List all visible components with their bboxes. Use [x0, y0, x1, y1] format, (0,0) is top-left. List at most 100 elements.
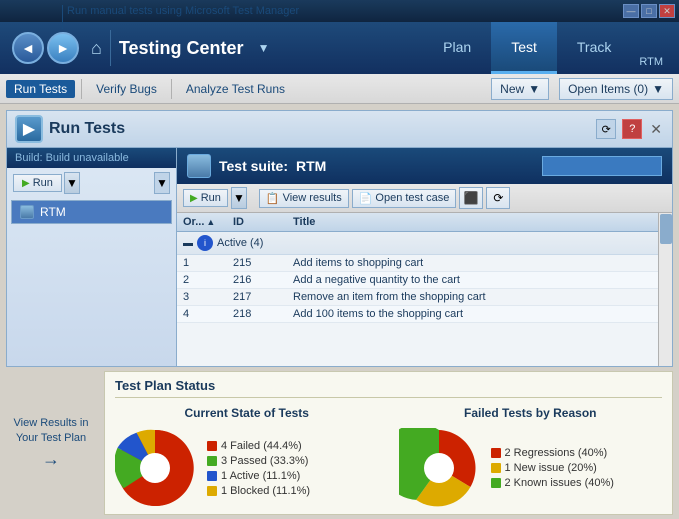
- open-items-button[interactable]: Open Items (0) ▼: [559, 78, 673, 100]
- open-items-dropdown-arrow: ▼: [652, 82, 664, 96]
- legend-item-failed: 4 Failed (44.4%): [207, 440, 310, 452]
- bottom-area: View Results in Your Test Plan → Test Pl…: [6, 371, 673, 515]
- active-dot: [207, 471, 217, 481]
- toolbar-sep-2: [171, 79, 172, 99]
- stop-button[interactable]: ⬛: [459, 187, 483, 209]
- current-state-pie: [115, 428, 195, 508]
- title-dropdown-button[interactable]: ▼: [252, 22, 276, 74]
- title-bar-buttons: — □ ✕: [623, 4, 675, 18]
- table-area: Or... ▲ ID Title: [177, 213, 672, 366]
- legend-item-known-issues: 2 Known issues (40%): [491, 477, 614, 489]
- id-column-header: ID: [233, 216, 293, 228]
- active-icon: i: [197, 235, 213, 251]
- open-test-icon: 📄: [359, 192, 373, 205]
- run-dropdown-button[interactable]: ▼: [64, 172, 80, 194]
- failed-tests-content: 2 Regressions (40%) 1 New issue (20%) 2 …: [399, 428, 663, 508]
- open-test-case-button[interactable]: 📄 Open test case: [352, 189, 457, 208]
- left-sidebar: Build: Build unavailable ▶ Run ▼ ▼ RTM: [7, 148, 177, 366]
- minimize-button[interactable]: —: [623, 4, 639, 18]
- title-column-header: Title: [293, 216, 652, 228]
- build-label: Build: Build unavailable: [7, 148, 176, 168]
- legend-item-active: 1 Active (11.1%): [207, 470, 310, 482]
- failed-dot: [207, 441, 217, 451]
- passed-dot: [207, 456, 217, 466]
- panel-close-icon[interactable]: ?: [622, 119, 642, 139]
- test-plan-status-panel: Test Plan Status Current State of Tests: [104, 371, 673, 515]
- annotation-line: [62, 17, 63, 29]
- legend-item-passed: 3 Passed (33.3%): [207, 455, 310, 467]
- tab-track[interactable]: Track: [557, 22, 631, 74]
- main-toolbar: Run Tests Verify Bugs Analyze Test Runs …: [0, 74, 679, 104]
- nav-rtm-label: RTM: [631, 22, 671, 74]
- legend-item-regressions: 2 Regressions (40%): [491, 447, 614, 459]
- failed-reasons-pie: [399, 428, 479, 508]
- current-state-chart: Current State of Tests: [115, 406, 379, 508]
- suite-header: Test suite: RTM: [177, 148, 672, 184]
- test-toolbar: ▶ Run ▼ 📋 View results 📄 Open test case: [177, 184, 672, 213]
- panel-refresh-icon[interactable]: ⟳: [596, 119, 616, 139]
- right-content: Test suite: RTM ▶ Run ▼ 📋: [177, 148, 672, 366]
- run-button[interactable]: ▶ Run: [13, 174, 62, 192]
- panel-icon: ▶: [15, 115, 43, 143]
- maximize-button[interactable]: □: [641, 4, 657, 18]
- group-collapse-icon[interactable]: ▬: [183, 238, 193, 249]
- run-toolbar: ▶ Run ▼ ▼: [7, 168, 176, 198]
- current-state-title: Current State of Tests: [115, 406, 379, 420]
- scrollbar[interactable]: [658, 213, 672, 366]
- current-state-legend: 4 Failed (44.4%) 3 Passed (33.3%) 1 Acti…: [207, 440, 310, 497]
- nav-back-buttons: ◄ ►: [8, 22, 83, 74]
- sidebar-item-rtm[interactable]: RTM: [11, 200, 172, 224]
- test-run-button[interactable]: ▶ Run: [183, 189, 228, 207]
- legend-item-new-issue: 1 New issue (20%): [491, 462, 614, 474]
- nav-bar: ◄ ► ⌂ Testing Center ▼ Plan Test Track R…: [0, 22, 679, 74]
- forward-button[interactable]: ►: [47, 32, 79, 64]
- bottom-annotation: View Results in Your Test Plan →: [6, 371, 96, 515]
- failed-tests-chart: Failed Tests by Reason: [399, 406, 663, 508]
- table-row[interactable]: 1 215 Add items to shopping cart: [177, 255, 658, 272]
- charts-row: Current State of Tests: [115, 406, 662, 508]
- tab-plan[interactable]: Plan: [423, 22, 491, 74]
- regressions-dot: [491, 448, 501, 458]
- top-annotation: Run manual tests using Microsoft Test Ma…: [62, 5, 299, 17]
- failed-tests-legend: 2 Regressions (40%) 1 New issue (20%) 2 …: [491, 447, 614, 489]
- view-results-button[interactable]: 📋 View results: [259, 189, 349, 208]
- panel-header: ▶ Run Tests ⟳ ? ✕: [7, 111, 672, 148]
- order-column-header: Or... ▲: [183, 216, 233, 228]
- refresh-button[interactable]: ⟳: [486, 187, 510, 209]
- view-results-icon: 📋: [266, 192, 280, 205]
- panel-body: Build: Build unavailable ▶ Run ▼ ▼ RTM: [7, 148, 672, 366]
- failed-tests-title: Failed Tests by Reason: [399, 406, 663, 420]
- table-row[interactable]: 4 218 Add 100 items to the shopping cart: [177, 306, 658, 323]
- new-dropdown-arrow: ▼: [528, 82, 540, 96]
- legend-item-blocked: 1 Blocked (11.1%): [207, 485, 310, 497]
- sort-asc-icon: ▲: [206, 217, 215, 227]
- panel-title: Run Tests: [49, 120, 590, 138]
- app-title: Testing Center: [111, 22, 252, 74]
- blocked-dot: [207, 486, 217, 496]
- scrollbar-thumb[interactable]: [660, 214, 672, 244]
- current-state-content: 4 Failed (44.4%) 3 Passed (33.3%) 1 Acti…: [115, 428, 379, 508]
- table-header: Or... ▲ ID Title: [177, 213, 658, 232]
- table-row[interactable]: 3 217 Remove an item from the shopping c…: [177, 289, 658, 306]
- tab-test[interactable]: Test: [491, 22, 557, 74]
- home-button[interactable]: ⌂: [83, 22, 110, 74]
- back-button[interactable]: ◄: [12, 32, 44, 64]
- close-button[interactable]: ✕: [659, 4, 675, 18]
- suite-icon: [187, 154, 211, 178]
- table-row[interactable]: 2 216 Add a negative quantity to the car…: [177, 272, 658, 289]
- toolbar-sep-1: [81, 79, 82, 99]
- test-table: Or... ▲ ID Title: [177, 213, 658, 366]
- verify-bugs-tab[interactable]: Verify Bugs: [88, 80, 165, 98]
- suite-search-box[interactable]: [542, 156, 662, 176]
- panel-x-button[interactable]: ✕: [648, 121, 664, 138]
- rtm-icon: [20, 205, 34, 219]
- run-tests-panel: ▶ Run Tests ⟳ ? ✕ Build: Build unavailab…: [6, 110, 673, 367]
- test-plan-status-title: Test Plan Status: [115, 378, 662, 398]
- run-dropdown-arrow[interactable]: ▼: [231, 187, 247, 209]
- known-issues-dot: [491, 478, 501, 488]
- sidebar-dropdown-button[interactable]: ▼: [154, 172, 170, 194]
- analyze-test-runs-tab[interactable]: Analyze Test Runs: [178, 80, 293, 98]
- run-tests-tab[interactable]: Run Tests: [6, 80, 75, 98]
- new-button[interactable]: New ▼: [491, 78, 549, 100]
- arrow-icon: →: [42, 449, 60, 470]
